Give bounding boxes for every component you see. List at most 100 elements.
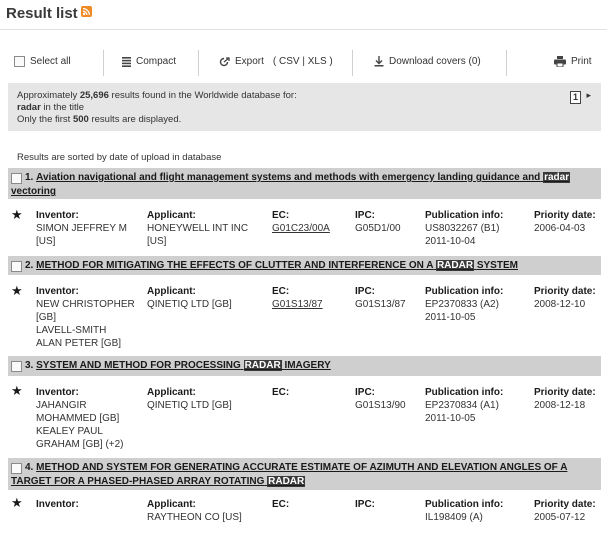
select-all-label: Select all: [30, 56, 71, 67]
inventor-value: NEW CHRISTOPHER: [36, 299, 135, 310]
summary-limit-prefix: Only the first: [17, 114, 71, 125]
toolbar-separator: [103, 50, 104, 76]
inventor-label: Inventor:: [36, 210, 79, 221]
inventor-value: ALAN PETER [GB]: [36, 338, 122, 349]
result-title: 4. METHOD AND SYSTEM FOR GENERATING ACCU…: [11, 461, 594, 489]
applicant-value: RAYTHEON CO [US]: [147, 512, 242, 523]
star-icon[interactable]: ★: [11, 383, 23, 399]
inventor-value: LAVELL-SMITH: [36, 325, 107, 336]
search-query: radar: [17, 102, 41, 113]
ipc-label: IPC:: [355, 499, 375, 510]
result-header: 2. METHOD FOR MITIGATING THE EFFECTS OF …: [8, 256, 601, 275]
applicant-value: QINETIQ LTD [GB]: [147, 400, 232, 411]
star-icon[interactable]: ★: [11, 495, 23, 511]
inventor-value: [US]: [36, 236, 56, 247]
publication-number: IL198409 (A): [425, 512, 483, 523]
export-label: Export: [235, 56, 264, 67]
applicant-value: HONEYWELL INT INC: [147, 223, 249, 234]
inventor-label: Inventor:: [36, 286, 79, 297]
search-highlight: RADAR: [267, 476, 306, 487]
priority-label: Priority date:: [534, 286, 596, 297]
summary-line-2: radar in the title: [17, 102, 84, 113]
ipc-value: G01S13/90: [355, 400, 406, 411]
inventor-value: [GB]: [36, 312, 57, 323]
result-count: 25,696: [79, 90, 109, 101]
summary-limit-suffix: results are displayed.: [91, 114, 182, 125]
select-all-checkbox[interactable]: [14, 56, 25, 67]
star-icon[interactable]: ★: [11, 283, 23, 299]
result-title-link[interactable]: METHOD FOR MITIGATING THE EFFECTS OF CLU…: [36, 260, 518, 271]
ipc-label: IPC:: [355, 286, 375, 297]
list-icon: [122, 56, 131, 67]
sort-note: Results are sorted by date of upload in …: [17, 152, 222, 163]
inventor-value: GRAHAM [GB] (+2): [36, 439, 124, 450]
result-title-link[interactable]: SYSTEM AND METHOD FOR PROCESSING RADAR I…: [36, 360, 331, 371]
search-highlight: RADAR: [243, 360, 282, 371]
ec-link[interactable]: G01C23/00A: [272, 222, 330, 235]
page-title: Result list: [6, 5, 78, 22]
summary-found-text: results found in the Worldwide database …: [111, 90, 297, 101]
export-button[interactable]: Export ( CSV | XLS ): [219, 56, 333, 67]
ec-link[interactable]: G01S13/87: [272, 298, 323, 311]
export-icon: [219, 56, 230, 66]
rss-feed-icon[interactable]: [81, 6, 92, 17]
toolbar-separator: [506, 50, 507, 76]
title-divider: [0, 29, 607, 30]
result-toolbar: Select all Compact Export ( CSV | XLS ) …: [0, 50, 607, 76]
publication-label: Publication info:: [425, 210, 504, 221]
priority-label: Priority date:: [534, 499, 596, 510]
result-index: 2.: [25, 260, 34, 271]
compact-label: Compact: [136, 56, 177, 67]
ipc-value: G05D1/00: [355, 223, 401, 234]
priority-date: 2008-12-10: [534, 299, 586, 310]
publication-number: US8032267 (B1): [425, 223, 500, 234]
download-covers-label: Download covers (0): [389, 56, 481, 67]
result-header: 1. Aviation navigational and flight mana…: [8, 168, 601, 199]
export-formats-label[interactable]: ( CSV | XLS ): [273, 56, 333, 67]
result-title: 3. SYSTEM AND METHOD FOR PROCESSING RADA…: [11, 359, 594, 373]
result-title-link[interactable]: METHOD AND SYSTEM FOR GENERATING ACCURAT…: [11, 462, 567, 487]
printer-icon: [554, 56, 566, 67]
priority-date: 2005-07-12: [534, 512, 586, 523]
download-covers-button[interactable]: Download covers (0): [374, 56, 481, 67]
result-index: 1.: [25, 172, 34, 183]
ipc-label: IPC:: [355, 387, 375, 398]
publication-label: Publication info:: [425, 499, 504, 510]
result-header: 3. SYSTEM AND METHOD FOR PROCESSING RADA…: [8, 356, 601, 376]
publication-date: 2011-10-05: [425, 413, 476, 424]
publication-date: 2011-10-05: [425, 312, 476, 323]
inventor-value: MOHAMMED [GB]: [36, 413, 120, 424]
summary-line-3: Only the first 500 results are displayed…: [17, 114, 181, 125]
ec-label: EC:: [272, 499, 290, 510]
toolbar-separator: [352, 50, 353, 76]
result-title-link[interactable]: Aviation navigational and flight managem…: [11, 172, 571, 197]
inventor-value: JAHANGIR: [36, 400, 87, 411]
applicant-value: [US]: [147, 236, 167, 247]
publication-label: Publication info:: [425, 387, 504, 398]
print-button[interactable]: Print: [554, 56, 592, 67]
publication-number: EP2370833 (A2): [425, 299, 499, 310]
summary-line-1: Approximately 25,696 results found in th…: [17, 90, 297, 101]
toolbar-separator: [198, 50, 199, 76]
search-scope: in the title: [43, 102, 85, 113]
result-index: 4.: [25, 462, 34, 473]
result-index: 3.: [25, 360, 34, 371]
applicant-label: Applicant:: [147, 210, 196, 221]
select-all-control[interactable]: Select all: [14, 56, 71, 67]
result-header: 4. METHOD AND SYSTEM FOR GENERATING ACCU…: [8, 458, 601, 490]
page-number[interactable]: 1: [569, 91, 581, 104]
priority-date: 2008-12-18: [534, 400, 586, 411]
search-highlight: radar: [543, 172, 571, 183]
applicant-value: QINETIQ LTD [GB]: [147, 299, 232, 310]
next-page-arrow-icon[interactable]: ▸: [586, 90, 591, 101]
print-label: Print: [571, 56, 592, 67]
result-title: 1. Aviation navigational and flight mana…: [11, 171, 594, 199]
inventor-label: Inventor:: [36, 387, 79, 398]
priority-date: 2006-04-03: [534, 223, 586, 234]
ipc-value: G01S13/87: [355, 299, 406, 310]
priority-label: Priority date:: [534, 387, 596, 398]
publication-date: 2011-10-04: [425, 236, 476, 247]
search-highlight: RADAR: [435, 260, 475, 271]
compact-button[interactable]: Compact: [122, 56, 176, 67]
star-icon[interactable]: ★: [11, 207, 23, 223]
